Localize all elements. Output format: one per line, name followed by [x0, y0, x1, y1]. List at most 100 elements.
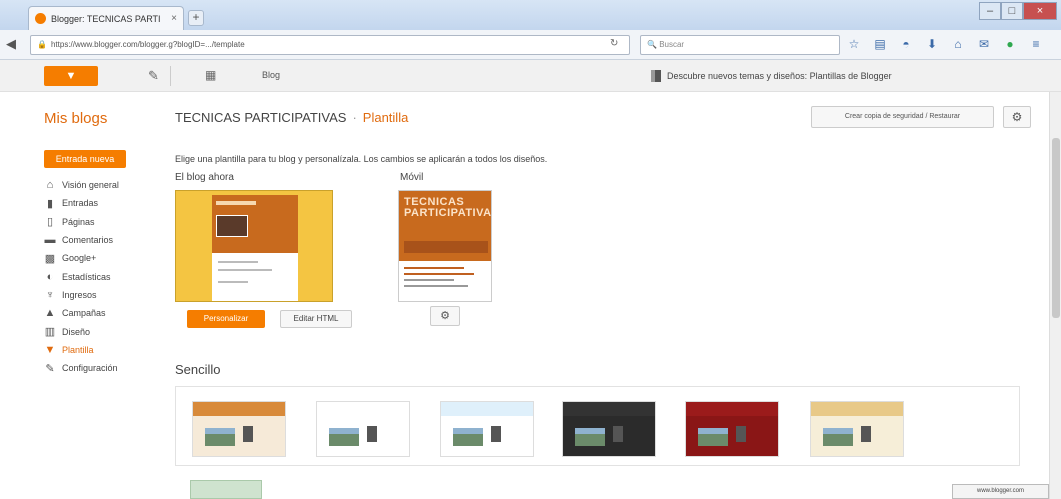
sidebar-item-label: Google+ — [62, 253, 97, 264]
sidebar-item-label: Visión general — [62, 180, 119, 191]
mobile-preview-line — [404, 273, 474, 275]
blogger-topbar: ▼ ✎ ▦ Blog Descubre nuevos temas y diseñ… — [0, 60, 1061, 92]
notice-banner[interactable]: Descubre nuevos temas y diseños: Plantil… — [651, 70, 892, 82]
home-icon: ⌂ — [46, 179, 54, 192]
close-tab-icon[interactable]: × — [171, 13, 177, 24]
template-figure — [861, 426, 871, 442]
download-icon[interactable]: ⬇ — [924, 36, 940, 52]
template-thumbnail[interactable] — [192, 401, 286, 457]
addon-icon[interactable]: ● — [1002, 36, 1018, 52]
new-entry-button[interactable]: Entrada nueva — [44, 150, 126, 168]
blogger-menu-button[interactable]: ▼ — [44, 66, 98, 86]
url-text: https://www.blogger.com/blogger.g?blogID… — [50, 40, 245, 49]
sidebar-item-label: Estadísticas — [62, 271, 111, 282]
backup-restore-button[interactable]: Crear copia de seguridad / Restaurar — [811, 106, 994, 128]
pocket-icon[interactable]: ◓ — [898, 36, 914, 52]
new-post-pen-icon[interactable]: ✎ — [148, 68, 159, 84]
template-photo — [205, 428, 235, 446]
comment-icon: ▬ — [44, 234, 56, 247]
sidebar-item-googleplus[interactable]: ▩ Google+ — [44, 249, 154, 267]
search-icon: 🔍 — [647, 40, 660, 49]
view-blog-icon[interactable]: ▦ — [205, 68, 216, 82]
template-photo — [823, 428, 853, 446]
mobile-preview-line — [404, 285, 468, 287]
reload-icon[interactable]: ↻ — [610, 38, 618, 49]
bookmark-star-icon[interactable]: ☆ — [846, 36, 862, 52]
mobile-preview-strip — [404, 241, 488, 253]
layout-icon: ▥ — [44, 326, 56, 339]
sidebar-item-label: Comentarios — [62, 235, 114, 246]
blog-post-title: Blog — [262, 70, 281, 80]
sidebar-item-overview[interactable]: ⌂ Visión general — [44, 176, 154, 194]
menu-icon[interactable]: ≡ — [1028, 36, 1044, 52]
divider — [170, 66, 171, 86]
trophy-icon: ♆ — [45, 288, 55, 301]
home-icon[interactable]: ⌂ — [950, 36, 966, 52]
lock-icon: 🔒 — [37, 40, 47, 49]
search-input[interactable]: 🔍 Buscar — [640, 35, 840, 55]
preview-header — [212, 195, 298, 253]
tab-title: Blogger: TECNICAS PARTI — [51, 13, 161, 24]
sidebar-item-layout[interactable]: ▥ Diseño — [44, 322, 154, 340]
edit-html-button[interactable]: Editar HTML — [280, 310, 352, 328]
sidebar-item-stats[interactable]: ◐ Estadísticas — [44, 267, 154, 285]
notice-text: Descubre nuevos temas y diseños: Plantil… — [667, 71, 892, 81]
sidebar-item-pages[interactable]: ▯ Páginas — [44, 213, 154, 231]
maximize-button[interactable]: □ — [1001, 2, 1023, 20]
sidebar-item-template[interactable]: ▼ Plantilla — [44, 341, 154, 359]
template-thumbnail[interactable] — [562, 401, 656, 457]
live-blog-preview[interactable] — [175, 190, 333, 302]
chat-icon[interactable]: ✉ — [976, 36, 992, 52]
sidebar-item-earnings[interactable]: ♆ Ingresos — [44, 286, 154, 304]
mobile-preview-line — [404, 279, 454, 281]
page-title: TECNICAS PARTICIPATIVAS · Plantilla — [175, 110, 408, 125]
template-thumbnail-next-row[interactable] — [190, 480, 262, 499]
back-arrow-icon[interactable]: ◀ — [6, 36, 26, 54]
settings-gear-icon[interactable]: ⚙ — [1003, 106, 1031, 128]
sidebar-item-posts[interactable]: ▮ Entradas — [44, 194, 154, 212]
search-placeholder: Buscar — [659, 40, 685, 49]
preview-line — [218, 281, 248, 283]
new-tab-button[interactable]: + — [188, 10, 204, 26]
address-bar[interactable]: 🔒 https://www.blogger.com/blogger.g?blogI… — [30, 35, 630, 55]
breadcrumb-separator: · — [352, 110, 357, 125]
browser-tab[interactable]: Blogger: TECNICAS PARTI × — [28, 6, 184, 30]
template-figure — [367, 426, 377, 442]
wrench-icon: ✎ — [45, 362, 55, 375]
mobile-settings-gear-icon[interactable]: ⚙ — [430, 306, 460, 326]
close-window-button[interactable]: × — [1023, 2, 1057, 20]
sidebar-item-label: Diseño — [62, 326, 91, 337]
sidebar-menu: ⌂ Visión general ▮ Entradas ▯ Páginas ▬ Come… — [44, 176, 154, 377]
mobile-preview[interactable]: TECNICAS PARTICIPATIVAS — [398, 190, 492, 302]
library-icon[interactable]: ▤ — [872, 36, 888, 52]
blog-name: TECNICAS PARTICIPATIVAS — [175, 110, 347, 125]
preview-photo — [216, 215, 248, 237]
template-figure — [736, 426, 746, 442]
template-gallery — [175, 386, 1020, 466]
my-blogs-link[interactable]: Mis blogs — [44, 110, 107, 127]
template-header — [193, 402, 285, 416]
sidebar-item-comments[interactable]: ▬ Comentarios — [44, 231, 154, 249]
mobile-preview-title: TECNICAS PARTICIPATIVAS — [404, 196, 492, 219]
template-thumbnail[interactable] — [685, 401, 779, 457]
template-thumbnail[interactable] — [316, 401, 410, 457]
window-controls: – □ × — [979, 2, 1057, 20]
page-scrollbar[interactable] — [1049, 92, 1061, 499]
mobile-label: Móvil — [400, 172, 424, 183]
sidebar-item-campaigns[interactable]: ▲ Campañas — [44, 304, 154, 322]
template-photo — [575, 428, 605, 446]
template-thumbnail[interactable] — [810, 401, 904, 457]
sidebar-item-label: Campañas — [62, 308, 106, 319]
sidebar-item-label: Configuración — [62, 363, 118, 374]
minimize-button[interactable]: – — [979, 2, 1001, 20]
document-icon: ▮ — [46, 197, 54, 210]
browser-titlebar: Blogger: TECNICAS PARTI × + – □ × — [0, 0, 1061, 30]
template-header — [441, 402, 533, 416]
customize-button[interactable]: Personalizar — [187, 310, 265, 328]
scrollbar-thumb[interactable] — [1052, 138, 1060, 318]
template-header — [563, 402, 655, 416]
template-thumbnail[interactable] — [440, 401, 534, 457]
sidebar-item-label: Ingresos — [62, 289, 97, 300]
sidebar-item-settings[interactable]: ✎ Configuración — [44, 359, 154, 377]
template-icon: ▼ — [44, 343, 56, 356]
